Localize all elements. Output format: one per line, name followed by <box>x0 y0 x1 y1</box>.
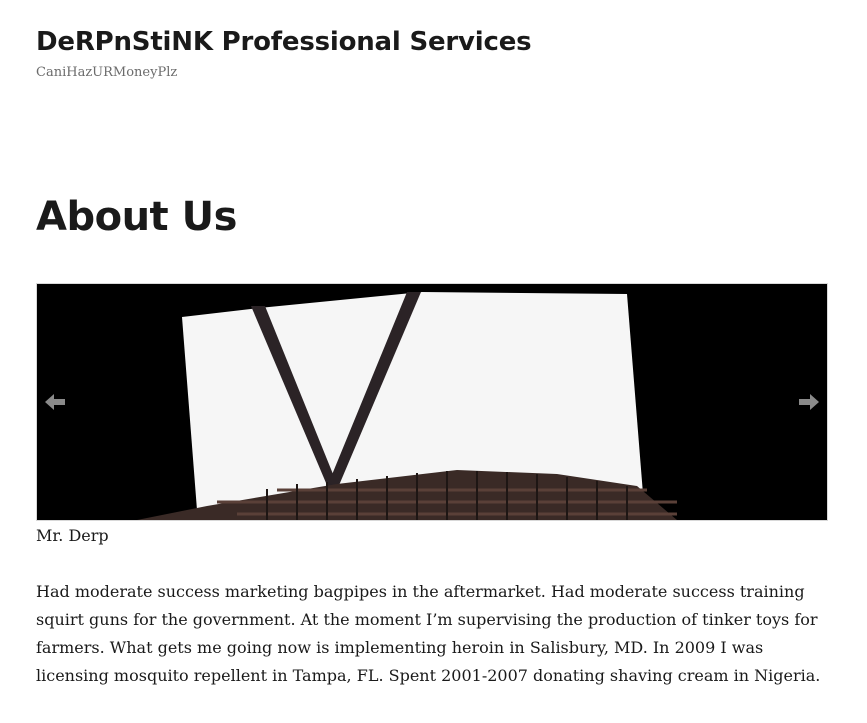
image-slider <box>36 283 828 521</box>
right-arrow-icon <box>799 394 819 410</box>
about-paragraph: Had moderate success marketing bagpipes … <box>36 582 821 685</box>
slider-prev-button[interactable] <box>41 388 69 416</box>
site-title-link[interactable]: DeRPnStiNK Professional Services <box>36 24 828 60</box>
slide-caption: Mr. Derp <box>36 526 109 545</box>
site-description: CaniHazURMoneyPlz <box>36 65 178 80</box>
page-title: About Us <box>36 194 237 240</box>
slide-image <box>37 284 827 520</box>
slider-next-button[interactable] <box>795 388 823 416</box>
left-arrow-icon <box>45 394 65 410</box>
site-header: DeRPnStiNK Professional Services CaniHaz… <box>36 24 828 83</box>
